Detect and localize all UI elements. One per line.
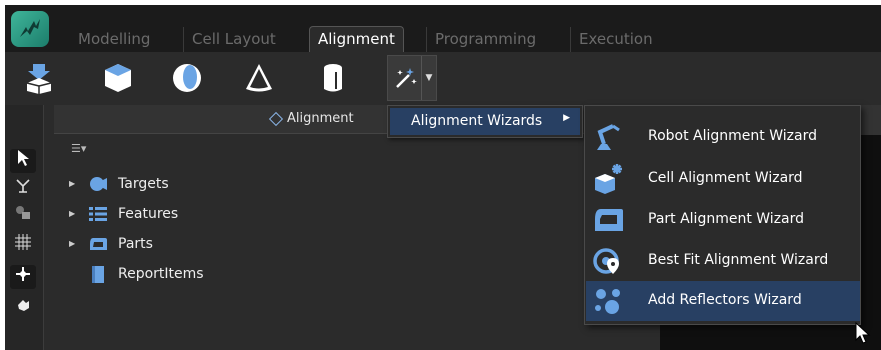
tab-execution[interactable]: Execution [570, 27, 661, 52]
expand-icon[interactable]: ▶ [69, 232, 75, 256]
hand-icon[interactable] [10, 295, 36, 319]
tab-programming[interactable]: Programming [426, 27, 544, 52]
panel-title: Alignment [287, 111, 354, 126]
toolbar: ▼ [5, 52, 881, 105]
expand-icon[interactable]: ▶ [69, 172, 75, 196]
tree-item-label: Features [118, 206, 179, 222]
cylinder-icon[interactable] [317, 62, 351, 94]
tab-alignment[interactable]: Alignment [309, 26, 404, 52]
report-icon [89, 266, 107, 283]
alignment-wizards-submenu: Robot Alignment Wizard Cell Alignment Wi… [584, 105, 861, 325]
tree-options-icon[interactable]: ☰▾ [71, 142, 86, 155]
tree-item-label: ReportItems [118, 266, 204, 282]
tree-item-label: Targets [118, 176, 169, 192]
menu-item-alignment-wizards[interactable]: Alignment Wizards ▶ [390, 108, 580, 135]
reflector-icon[interactable] [10, 265, 36, 289]
sphere-icon[interactable] [171, 62, 205, 94]
robot-arm-icon [593, 122, 625, 152]
reflectors-icon [593, 286, 625, 316]
wizard-dropdown-menu: Alignment Wizards ▶ [387, 105, 583, 138]
tab-modelling[interactable]: Modelling [70, 27, 158, 52]
app-logo-icon[interactable] [11, 11, 49, 47]
robot-pick-icon[interactable] [10, 177, 36, 201]
part-shape-icon [593, 205, 625, 235]
menu-item-robot-alignment-wizard[interactable]: Robot Alignment Wizard [586, 117, 860, 157]
part-icon [89, 236, 107, 252]
dropdown-arrow-icon[interactable]: ▼ [421, 56, 436, 100]
import-icon[interactable] [23, 62, 57, 94]
submenu-arrow-icon: ▶ [563, 113, 570, 123]
menu-item-label: Cell Alignment Wizard [648, 170, 803, 186]
menu-item-label: Alignment Wizards [411, 113, 543, 129]
cube-icon[interactable] [102, 62, 136, 94]
menu-item-label: Part Alignment Wizard [648, 211, 805, 227]
cell-cube-icon [593, 164, 625, 194]
menu-item-add-reflectors-wizard[interactable]: Add Reflectors Wizard [586, 281, 860, 321]
grid-icon[interactable] [10, 233, 36, 257]
tab-bar: Modelling Cell Layout Alignment Programm… [5, 5, 881, 52]
tree-item-label: Parts [118, 236, 153, 252]
menu-item-label: Add Reflectors Wizard [648, 292, 802, 308]
tab-cell-layout[interactable]: Cell Layout [183, 27, 284, 52]
magic-wand-icon [396, 68, 417, 88]
best-fit-icon [593, 246, 625, 276]
menu-item-part-alignment-wizard[interactable]: Part Alignment Wizard [586, 200, 860, 240]
mouse-cursor-icon [855, 321, 871, 348]
expand-icon[interactable]: ▶ [69, 202, 75, 226]
diamond-icon [268, 111, 284, 127]
menu-item-label: Best Fit Alignment Wizard [648, 252, 829, 268]
select-arrow-icon[interactable] [10, 149, 36, 173]
cone-icon[interactable] [243, 62, 277, 94]
application-window: Modelling Cell Layout Alignment Programm… [5, 5, 881, 350]
menu-item-cell-alignment-wizard[interactable]: Cell Alignment Wizard [586, 159, 860, 199]
left-toolbar [5, 105, 44, 350]
parts-icon[interactable] [10, 203, 36, 227]
menu-item-label: Robot Alignment Wizard [648, 128, 817, 144]
menu-item-best-fit-alignment-wizard[interactable]: Best Fit Alignment Wizard [586, 241, 860, 281]
alignment-wizards-button[interactable]: ▼ [387, 55, 437, 101]
target-icon [89, 176, 107, 192]
alignment-tree: ☰▾ ▶ Targets ▶ Features ▶ Parts ReportIt… [54, 134, 614, 350]
list-icon [89, 206, 107, 222]
